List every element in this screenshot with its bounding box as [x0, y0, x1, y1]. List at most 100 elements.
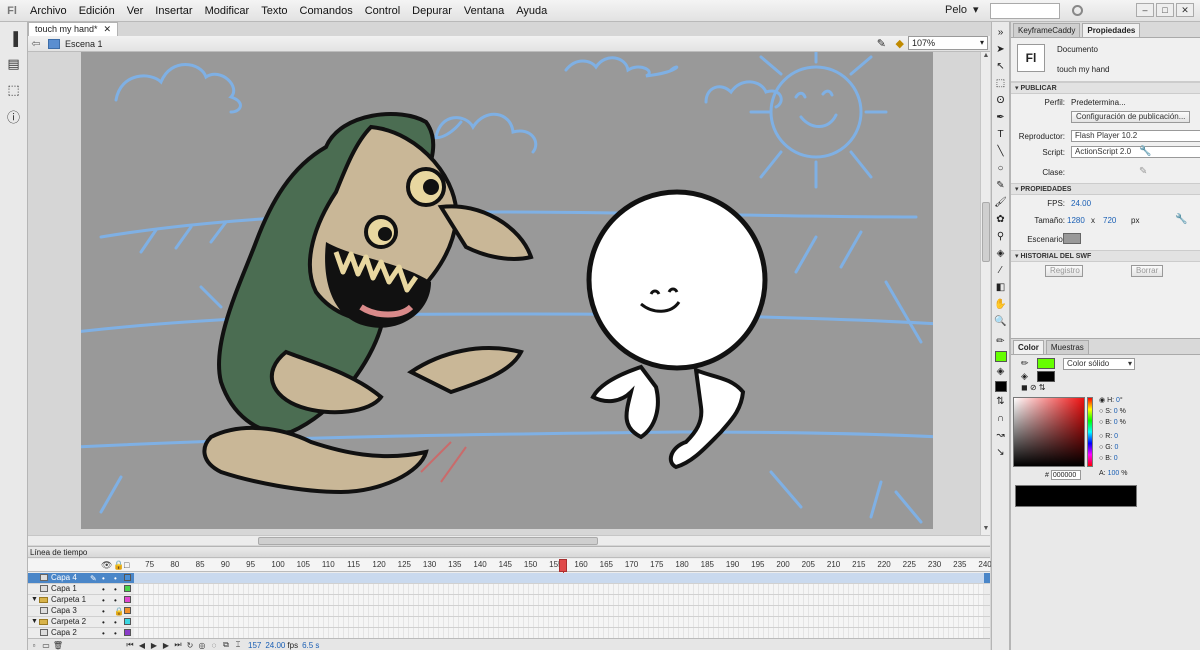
paint-bucket-icon[interactable]: ◈	[992, 245, 1009, 261]
workspace-switcher[interactable]: Pelo ▾	[945, 3, 979, 17]
menu-control[interactable]: Control	[359, 0, 406, 22]
layer-row[interactable]: Capa 3 • 🔒	[28, 606, 990, 617]
radio-s[interactable]: ○	[1099, 408, 1103, 415]
hue-slider[interactable]	[1087, 397, 1093, 467]
layer-row[interactable]: Capa 1 • •	[28, 584, 990, 595]
scroll-thumb[interactable]	[982, 202, 990, 262]
next-frame-icon[interactable]: ▶	[160, 641, 172, 650]
subselection-tool-icon[interactable]: ↖	[992, 58, 1009, 74]
fill-bucket-icon[interactable]: ◈	[992, 363, 1009, 379]
tab-keyframecaddy[interactable]: KeyframeCaddy	[1013, 23, 1081, 37]
onion-markers-icon[interactable]: ⌶	[232, 640, 244, 650]
zoom-select[interactable]: 107%	[908, 36, 988, 50]
expand-arrow-icon[interactable]: ▼	[31, 595, 38, 605]
visibility-dot[interactable]: •	[102, 629, 105, 638]
align-panel-icon[interactable]: ▐	[4, 28, 24, 48]
layer-name[interactable]: Carpeta 2	[51, 617, 86, 627]
close-tab-icon[interactable]: ✕	[104, 23, 112, 36]
oval-tool-icon[interactable]: ○	[992, 160, 1009, 176]
section-propiedades[interactable]: ▾ PROPIEDADES	[1011, 183, 1200, 195]
menu-edicion[interactable]: Edición	[73, 0, 121, 22]
tab-muestras[interactable]: Muestras	[1045, 340, 1089, 354]
visibility-dot[interactable]: •	[102, 596, 105, 605]
playhead[interactable]	[559, 559, 568, 572]
frame-rate[interactable]: 24.00	[265, 641, 285, 650]
layer-name[interactable]: Capa 1	[51, 584, 77, 594]
selection-tool-icon[interactable]: ➤	[992, 41, 1009, 57]
edit-class-pencil-icon[interactable]: ✎	[1139, 166, 1147, 177]
scene-label[interactable]: Escena 1	[65, 39, 103, 49]
radio-h[interactable]: ◉	[1099, 397, 1105, 404]
menu-texto[interactable]: Texto	[255, 0, 293, 22]
alpha-value[interactable]: 100	[1108, 470, 1120, 477]
new-layer-icon[interactable]: ▫	[28, 641, 40, 650]
color-type-select[interactable]: Color sólido	[1063, 358, 1135, 370]
first-frame-icon[interactable]: ⏮	[124, 640, 136, 650]
menu-ventana[interactable]: Ventana	[458, 0, 510, 22]
color-spectrum[interactable]	[1013, 397, 1085, 467]
menu-insertar[interactable]: Insertar	[149, 0, 198, 22]
menu-archivo[interactable]: Archivo	[24, 0, 73, 22]
transform-panel-icon[interactable]: ⬚	[4, 80, 24, 100]
frame-track[interactable]	[134, 595, 984, 605]
log-button[interactable]: Registro	[1045, 265, 1083, 277]
frame-track[interactable]	[134, 628, 984, 638]
stroke-color-swatch[interactable]	[994, 351, 1007, 362]
zoom-tool-icon[interactable]: 🔍	[992, 313, 1009, 329]
text-tool-icon[interactable]: T	[992, 126, 1009, 142]
stroke-color-swatch[interactable]	[1037, 358, 1055, 369]
b-value[interactable]: 0	[1114, 419, 1118, 426]
pencil-tool-icon[interactable]: ✎	[992, 177, 1009, 193]
section-publicar[interactable]: ▾ PUBLICAR	[1011, 82, 1200, 94]
last-frame-icon[interactable]: ⏭	[172, 640, 184, 650]
fps-value[interactable]: 24.00	[1071, 199, 1091, 208]
layer-color-swatch[interactable]	[124, 585, 131, 592]
minimize-button[interactable]: –	[1136, 3, 1154, 17]
eyedropper-icon[interactable]: ⁄	[992, 262, 1009, 278]
help-search-input[interactable]	[990, 3, 1060, 19]
eye-icon[interactable]: 👁	[101, 560, 112, 571]
line-tool-icon[interactable]: ╲	[992, 143, 1009, 159]
frame-track[interactable]	[134, 584, 984, 594]
layer-name[interactable]: Capa 2	[51, 628, 77, 638]
visibility-dot[interactable]: •	[102, 585, 105, 594]
lock-icon[interactable]: 🔒	[113, 560, 124, 571]
stage-horizontal-scrollbar[interactable]	[28, 535, 990, 545]
fill-bucket-icon[interactable]: ◈	[1021, 371, 1028, 382]
layer-name[interactable]: Capa 3	[51, 606, 77, 616]
swap-colors-icon[interactable]: ⇅	[992, 393, 1009, 409]
stage-vertical-scrollbar[interactable]: ▲ ▼	[980, 52, 990, 535]
edit-symbols-icon[interactable]: ✎	[877, 37, 886, 50]
wrench-icon[interactable]: 🔧	[1175, 214, 1187, 225]
player-select[interactable]: Flash Player 10.2	[1071, 130, 1200, 142]
layer-color-swatch[interactable]	[124, 629, 131, 636]
layer-color-swatch[interactable]	[124, 574, 131, 581]
onion-skin-icon[interactable]: ◎	[196, 641, 208, 650]
smooth-icon[interactable]: ↝	[992, 427, 1009, 443]
radio-bc[interactable]: ○	[1099, 455, 1103, 462]
straighten-icon[interactable]: ↘	[992, 444, 1009, 460]
library-panel-icon[interactable]: ▤	[4, 54, 24, 74]
timeline-title[interactable]: Línea de tiempo	[28, 547, 990, 558]
eraser-icon[interactable]: ◧	[992, 279, 1009, 295]
visibility-dot[interactable]: •	[102, 574, 105, 583]
lock-dot[interactable]: •	[114, 618, 117, 627]
edit-multiple-icon[interactable]: ⧉	[220, 640, 232, 650]
delete-icon[interactable]: 🗑	[52, 641, 64, 650]
frame-track[interactable]	[134, 606, 984, 616]
menu-ayuda[interactable]: Ayuda	[510, 0, 553, 22]
radio-b[interactable]: ○	[1099, 419, 1103, 426]
width-value[interactable]: 1280	[1067, 216, 1085, 225]
snap-magnet-icon[interactable]: ∩	[992, 410, 1009, 426]
current-frame[interactable]: 157	[248, 641, 261, 650]
frame-track[interactable]	[134, 573, 984, 583]
frame-track[interactable]	[134, 617, 984, 627]
g-value[interactable]: 0	[1115, 444, 1119, 451]
expand-arrow-icon[interactable]: ▼	[31, 617, 38, 627]
tab-propiedades[interactable]: Propiedades	[1082, 23, 1141, 37]
r-value[interactable]: 0	[1114, 433, 1118, 440]
outline-icon[interactable]: □	[124, 560, 129, 570]
section-historial-swf[interactable]: ▾ HISTORIAL DEL SWF	[1011, 250, 1200, 262]
search-icon[interactable]	[1072, 5, 1083, 16]
deco-tool-icon[interactable]: ✿	[992, 211, 1009, 227]
